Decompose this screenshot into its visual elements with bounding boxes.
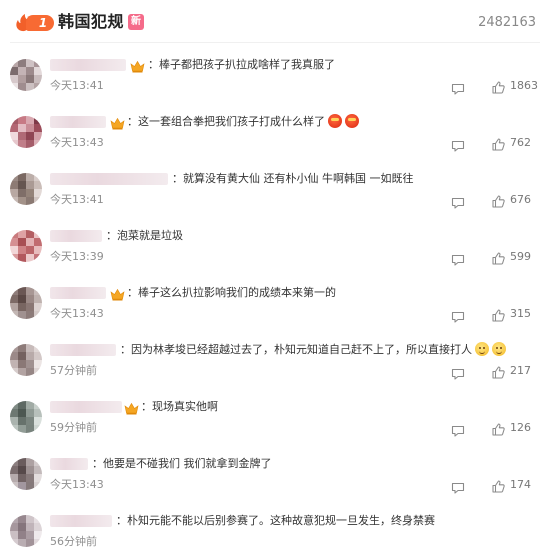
username-blurred[interactable]: [50, 344, 116, 356]
comment-time: 56分钟前: [50, 535, 97, 548]
comment-text-content: ：他要是不碰我们 我们就拿到金牌了: [92, 457, 272, 470]
comment-text-content: ：因为林孝埈已经超越过去了，朴知元知道自己赶不上了，所以直接打人: [120, 343, 472, 356]
like-count: 217: [510, 364, 531, 377]
like-count: 126: [510, 421, 531, 434]
rank-number: 1: [26, 15, 54, 31]
thumbs-up-icon: [492, 136, 505, 151]
like-count: 676: [510, 193, 531, 206]
comment-time: 今天13:43: [50, 136, 104, 149]
smile-emoji-icon: [475, 342, 489, 356]
username-blurred[interactable]: [50, 59, 126, 71]
comment-text-content: ：这一套组合拳把我们孩子打成什么样了: [127, 115, 325, 128]
comment-time: 今天13:39: [50, 250, 104, 263]
comment-text-content: ：就算没有黄大仙 还有朴小仙 牛啊韩国 一如既往: [172, 172, 414, 185]
vip-crown-icon: [124, 400, 139, 415]
avatar[interactable]: [10, 515, 42, 547]
username-blurred[interactable]: [50, 173, 168, 185]
like-count: 315: [510, 307, 531, 320]
reply-icon[interactable]: [451, 479, 465, 494]
comment-text: ：朴知元能不能以后别参赛了。这种故意犯规一旦发生，终身禁赛: [116, 513, 435, 529]
username-blurred[interactable]: [50, 458, 88, 470]
reply-icon[interactable]: [451, 137, 465, 152]
thumbs-up-icon: [492, 193, 505, 208]
username-blurred[interactable]: [50, 230, 102, 242]
comment-time: 59分钟前: [50, 421, 97, 434]
thumbs-up-icon: [492, 421, 505, 436]
avatar[interactable]: [10, 59, 42, 91]
red-emoji-icon: [345, 114, 359, 128]
comment-text-content: ：现场真实他啊: [141, 400, 218, 413]
avatar[interactable]: [10, 401, 42, 433]
reply-icon[interactable]: [451, 80, 465, 95]
like-count: 1863: [510, 79, 538, 92]
avatar[interactable]: [10, 344, 42, 376]
like-count: 174: [510, 478, 531, 491]
comment-time: 今天13:41: [50, 193, 104, 206]
thumbs-up-icon: [492, 364, 505, 379]
like-count: 599: [510, 250, 531, 263]
reply-icon[interactable]: [451, 308, 465, 323]
comment-item: ：朴知元能不能以后别参赛了。这种故意犯规一旦发生，终身禁赛 56分钟前: [0, 512, 550, 557]
comment-time: 今天13:41: [50, 79, 104, 92]
new-badge: 新: [128, 14, 144, 30]
comment-text: ：现场真实他啊: [141, 399, 218, 415]
reply-icon[interactable]: [451, 194, 465, 209]
comment-text: ：棒子都把孩子扒拉成啥样了我真服了: [148, 57, 335, 73]
vip-crown-icon: [110, 115, 125, 130]
thumbs-up-icon: [492, 307, 505, 322]
avatar[interactable]: [10, 116, 42, 148]
reply-icon[interactable]: [451, 422, 465, 437]
comment-text-content: ：朴知元能不能以后别参赛了。这种故意犯规一旦发生，终身禁赛: [116, 514, 435, 527]
username-blurred[interactable]: [50, 515, 112, 527]
comment-time: 57分钟前: [50, 364, 97, 377]
red-emoji-icon: [328, 114, 342, 128]
username-blurred[interactable]: [50, 401, 122, 413]
thumbs-up-icon: [492, 478, 505, 493]
comment-item: ：这一套组合拳把我们孩子打成什么样了今天13:43 762: [0, 113, 550, 170]
comment-text-content: ：棒子都把孩子扒拉成啥样了我真服了: [148, 58, 335, 71]
username-blurred[interactable]: [50, 287, 106, 299]
comment-item: ：因为林孝埈已经超越过去了，朴知元知道自己赶不上了，所以直接打人 57分钟前 217: [0, 341, 550, 398]
comment-text: ：他要是不碰我们 我们就拿到金牌了: [92, 456, 272, 472]
comment-item: ：现场真实他啊 59分钟前 126: [0, 398, 550, 455]
topic-header: 1 韩国犯规 新 2482163: [0, 0, 550, 44]
username-blurred[interactable]: [50, 116, 106, 128]
hot-count: 2482163: [478, 15, 536, 30]
comment-item: ：棒子这么扒拉影响我们的成绩本来第一的今天13:43 315: [0, 284, 550, 341]
comment-time: 今天13:43: [50, 478, 104, 491]
comment-text: ：棒子这么扒拉影响我们的成绩本来第一的: [127, 285, 336, 301]
comment-text: ：就算没有黄大仙 还有朴小仙 牛啊韩国 一如既往: [172, 171, 414, 187]
comment-time: 今天13:43: [50, 307, 104, 320]
topic-title[interactable]: 韩国犯规: [58, 11, 124, 33]
comment-item: ：他要是不碰我们 我们就拿到金牌了今天13:43 174: [0, 455, 550, 512]
comment-text: ：这一套组合拳把我们孩子打成什么样了: [127, 114, 359, 130]
thumbs-up-icon: [492, 250, 505, 265]
comment-text-content: ：泡菜就是垃圾: [106, 229, 183, 242]
thumbs-up-icon: [492, 79, 505, 94]
comment-text-content: ：棒子这么扒拉影响我们的成绩本来第一的: [127, 286, 336, 299]
like-count: 762: [510, 136, 531, 149]
comment-item: ：就算没有黄大仙 还有朴小仙 牛啊韩国 一如既往今天13:41 676: [0, 170, 550, 227]
reply-icon[interactable]: [451, 251, 465, 266]
header-divider: [10, 42, 540, 43]
avatar[interactable]: [10, 230, 42, 262]
avatar[interactable]: [10, 458, 42, 490]
comment-item: ：棒子都把孩子扒拉成啥样了我真服了今天13:41 1863: [0, 56, 550, 113]
comment-text: ：泡菜就是垃圾: [106, 228, 183, 244]
reply-icon[interactable]: [451, 365, 465, 380]
avatar[interactable]: [10, 173, 42, 205]
comment-text: ：因为林孝埈已经超越过去了，朴知元知道自己赶不上了，所以直接打人: [120, 342, 506, 358]
vip-crown-icon: [130, 58, 145, 73]
smile-emoji-icon: [492, 342, 506, 356]
hot-rank-badge: 1: [14, 13, 54, 32]
vip-crown-icon: [110, 286, 125, 301]
avatar[interactable]: [10, 287, 42, 319]
comment-item: ：泡菜就是垃圾 今天13:39 599: [0, 227, 550, 284]
